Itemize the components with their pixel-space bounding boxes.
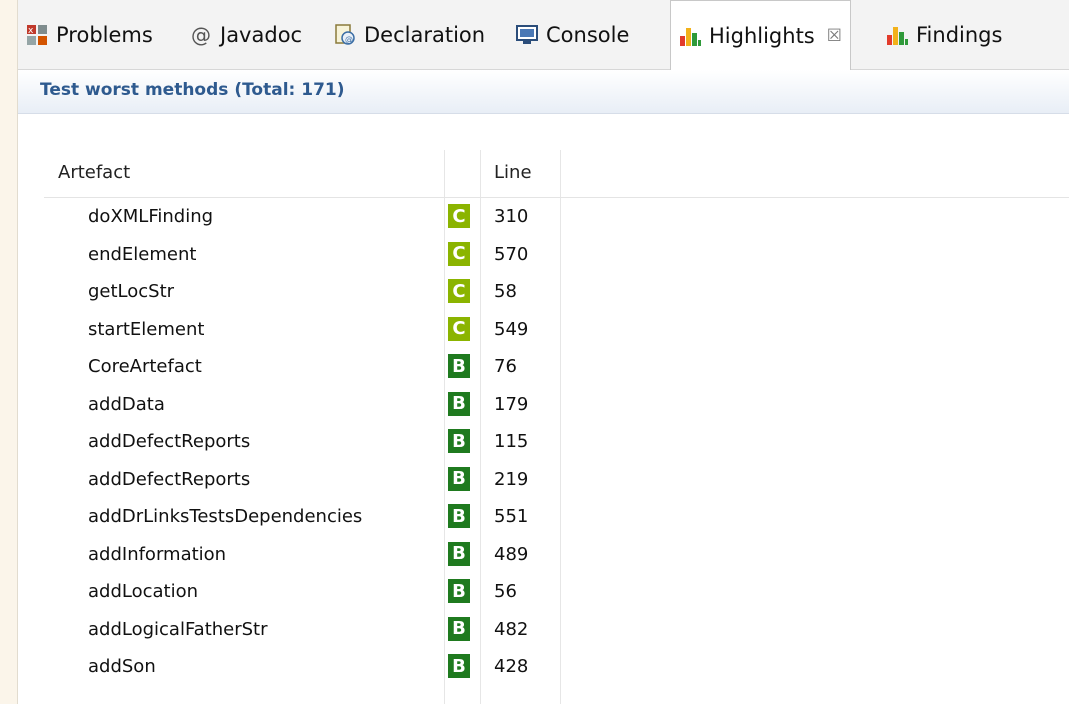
artefact-name: addSon bbox=[88, 656, 156, 677]
grade-badge: C bbox=[448, 279, 470, 303]
console-icon bbox=[514, 22, 540, 48]
line-number: 482 bbox=[494, 618, 529, 640]
methods-table: Artefact Line doXMLFinding C 310 endElement… bbox=[44, 150, 1069, 704]
at-sign-icon: @ bbox=[191, 23, 211, 47]
page-title: Test worst methods (Total: 171) bbox=[40, 80, 345, 100]
tab-label: Javadoc bbox=[220, 23, 303, 47]
line-number: 179 bbox=[494, 393, 529, 415]
tab-highlights[interactable]: Highlights ☒ bbox=[670, 0, 851, 71]
line-number: 489 bbox=[494, 543, 529, 565]
table-row[interactable]: addInformation B 489 bbox=[44, 536, 1069, 574]
grade-badge: B bbox=[448, 354, 470, 378]
tab-javadoc[interactable]: @ Javadoc bbox=[182, 0, 310, 70]
grade-badge: C bbox=[448, 204, 470, 228]
table-row[interactable]: startElement C 549 bbox=[44, 311, 1069, 349]
close-icon[interactable]: ☒ bbox=[827, 26, 842, 46]
tab-label: Findings bbox=[916, 23, 1003, 47]
grade-badge: B bbox=[448, 391, 470, 416]
left-gutter bbox=[0, 0, 18, 704]
tab-label: Console bbox=[546, 23, 630, 47]
table-row[interactable]: doXMLFinding C 310 bbox=[44, 198, 1069, 236]
grade-badge: C bbox=[448, 316, 470, 341]
artefact-name: getLocStr bbox=[88, 281, 175, 302]
artefact-name: addDefectReports bbox=[88, 431, 251, 452]
grade-badge: C bbox=[448, 241, 470, 266]
declaration-icon: @ bbox=[332, 22, 358, 48]
line-number: 56 bbox=[494, 581, 517, 602]
table-row[interactable]: addLogicalFatherStr B 482 bbox=[44, 611, 1069, 649]
tab-problems[interactable]: x Problems bbox=[18, 0, 161, 70]
table-body: doXMLFinding C 310 endElement C 570 getLocStr C… bbox=[44, 198, 1069, 686]
table-row[interactable]: addLocation B 56 bbox=[44, 573, 1069, 611]
grade-badge: B bbox=[448, 579, 470, 603]
table-row[interactable]: addDefectReports B 219 bbox=[44, 461, 1069, 499]
line-number: 428 bbox=[494, 656, 529, 677]
artefact-name: CoreArtefact bbox=[88, 356, 202, 377]
tab-declaration[interactable]: @ Declaration bbox=[326, 0, 493, 70]
table-row[interactable]: addDefectReports B 115 bbox=[44, 423, 1069, 461]
artefact-name: addData bbox=[88, 393, 165, 415]
table-row[interactable]: endElement C 570 bbox=[44, 236, 1069, 274]
svg-text:x: x bbox=[28, 26, 34, 36]
tab-label: Declaration bbox=[364, 23, 486, 47]
line-number: 570 bbox=[494, 243, 529, 265]
view-header: Test worst methods (Total: 171) bbox=[18, 70, 1069, 114]
table-row[interactable]: addSon B 428 bbox=[44, 648, 1069, 686]
column-header-line[interactable]: Line bbox=[494, 162, 532, 183]
bar-chart-icon bbox=[677, 23, 703, 49]
artefact-name: addLogicalFatherStr bbox=[88, 618, 268, 640]
tab-console[interactable]: Console bbox=[508, 0, 637, 70]
line-number: 551 bbox=[494, 506, 529, 527]
table-row[interactable]: CoreArtefact B 76 bbox=[44, 348, 1069, 386]
tab-label: Problems bbox=[56, 23, 153, 47]
column-header-artefact[interactable]: Artefact bbox=[58, 162, 130, 183]
problems-icon: x bbox=[24, 22, 50, 48]
grade-badge: B bbox=[448, 466, 470, 491]
line-number: 549 bbox=[494, 318, 529, 340]
table-row[interactable]: addDrLinksTestsDependencies B 551 bbox=[44, 498, 1069, 536]
tab-findings[interactable]: Findings bbox=[878, 0, 1010, 70]
line-number: 310 bbox=[494, 206, 529, 227]
grade-badge: B bbox=[448, 429, 470, 453]
table-row[interactable]: getLocStr C 58 bbox=[44, 273, 1069, 311]
tab-label: Highlights bbox=[709, 24, 815, 48]
line-number: 76 bbox=[494, 356, 517, 377]
grade-badge: B bbox=[448, 616, 470, 641]
bar-chart-icon bbox=[884, 22, 910, 48]
line-number: 115 bbox=[494, 431, 529, 452]
table-row[interactable]: addData B 179 bbox=[44, 386, 1069, 424]
grade-badge: B bbox=[448, 654, 470, 678]
artefact-name: addDefectReports bbox=[88, 468, 251, 490]
svg-text:@: @ bbox=[345, 35, 353, 44]
artefact-name: addDrLinksTestsDependencies bbox=[88, 506, 363, 527]
artefact-name: doXMLFinding bbox=[88, 206, 214, 227]
view-tab-bar: x Problems @ Javadoc @ Declaration Conso bbox=[18, 0, 1069, 71]
artefact-name: addLocation bbox=[88, 581, 199, 602]
line-number: 58 bbox=[494, 281, 517, 302]
artefact-name: endElement bbox=[88, 243, 197, 265]
artefact-name: addInformation bbox=[88, 543, 227, 565]
grade-badge: B bbox=[448, 504, 470, 528]
grade-badge: B bbox=[448, 541, 470, 566]
table-header: Artefact Line bbox=[44, 150, 1069, 198]
line-number: 219 bbox=[494, 468, 529, 490]
artefact-name: startElement bbox=[88, 318, 205, 340]
